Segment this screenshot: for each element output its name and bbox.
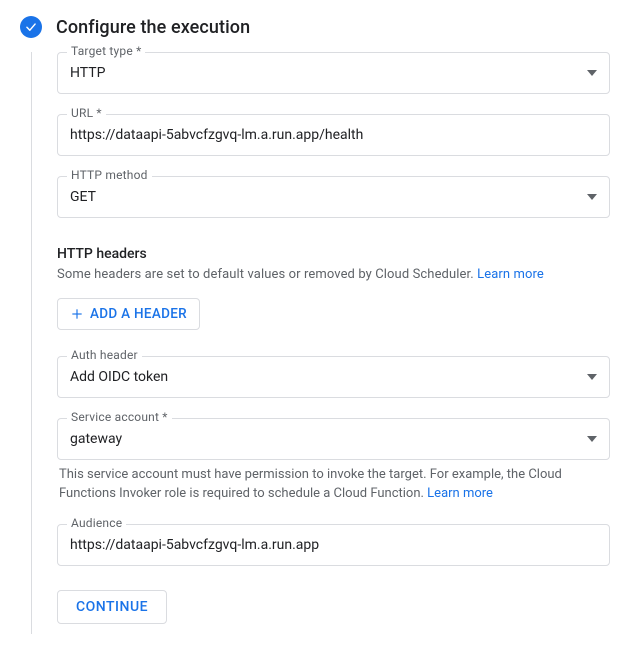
continue-button[interactable]: CONTINUE: [57, 590, 167, 624]
step-header: Configure the execution: [20, 16, 610, 38]
target-type-value: HTTP: [70, 65, 587, 81]
url-input[interactable]: [70, 127, 597, 143]
step-body: Target type * HTTP URL * HTTP method GET…: [31, 52, 610, 634]
service-account-label: Service account *: [67, 410, 172, 424]
target-type-select[interactable]: HTTP: [57, 52, 610, 94]
http-headers-heading: HTTP headers: [57, 246, 610, 262]
http-headers-helper: Some headers are set to default values o…: [57, 266, 610, 284]
step-title: Configure the execution: [56, 17, 250, 38]
audience-label: Audience: [67, 516, 126, 530]
auth-header-label: Auth header: [67, 348, 142, 362]
http-method-field[interactable]: HTTP method GET: [57, 176, 610, 218]
service-account-value: gateway: [70, 431, 587, 447]
service-account-field[interactable]: Service account * gateway: [57, 418, 610, 460]
url-label: URL *: [67, 106, 106, 120]
audience-box[interactable]: [57, 524, 610, 566]
url-box[interactable]: [57, 114, 610, 156]
url-field[interactable]: URL *: [57, 114, 610, 156]
add-header-button-label: ADD A HEADER: [90, 306, 187, 322]
chevron-down-icon: [587, 192, 597, 202]
auth-header-select[interactable]: Add OIDC token: [57, 356, 610, 398]
http-method-select[interactable]: GET: [57, 176, 610, 218]
step-complete-icon: [20, 16, 42, 38]
audience-field[interactable]: Audience: [57, 524, 610, 566]
service-account-select[interactable]: gateway: [57, 418, 610, 460]
plus-icon: [70, 307, 84, 321]
auth-header-value: Add OIDC token: [70, 369, 587, 385]
auth-header-field[interactable]: Auth header Add OIDC token: [57, 356, 610, 398]
http-method-value: GET: [70, 189, 587, 205]
chevron-down-icon: [587, 434, 597, 444]
service-account-learn-more-link[interactable]: Learn more: [427, 486, 493, 501]
service-account-helper: This service account must have permissio…: [59, 466, 608, 504]
http-headers-helper-text: Some headers are set to default values o…: [57, 267, 477, 282]
add-header-button[interactable]: ADD A HEADER: [57, 298, 200, 330]
target-type-label: Target type *: [67, 44, 145, 58]
http-headers-learn-more-link[interactable]: Learn more: [477, 267, 544, 282]
audience-input[interactable]: [70, 537, 597, 553]
target-type-field[interactable]: Target type * HTTP: [57, 52, 610, 94]
chevron-down-icon: [587, 68, 597, 78]
http-method-label: HTTP method: [67, 168, 152, 182]
chevron-down-icon: [587, 372, 597, 382]
